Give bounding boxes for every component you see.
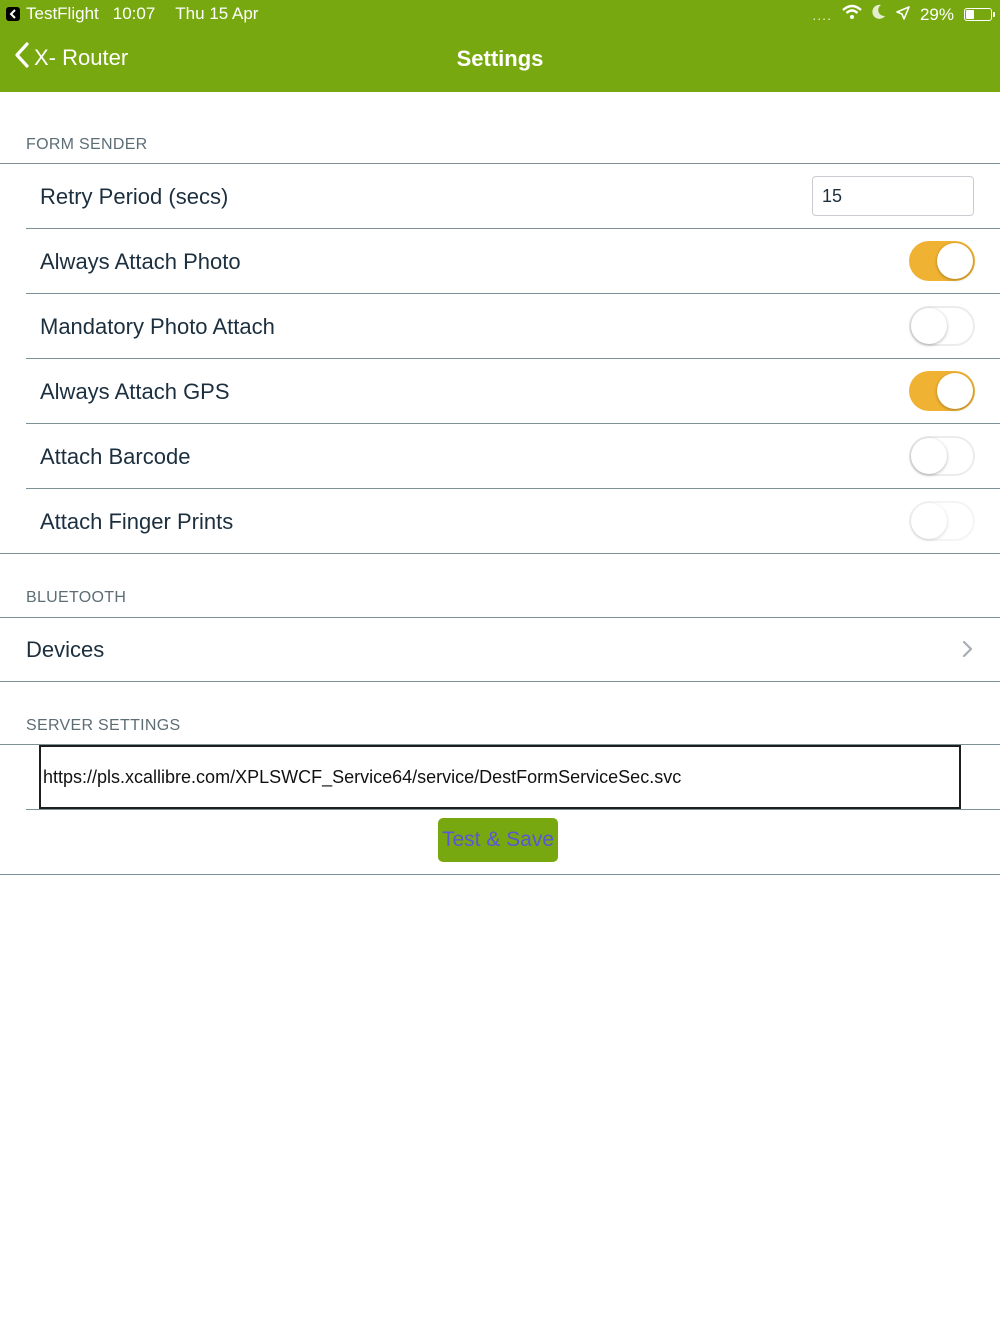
toggle-row-mandatory-photo-attach: Mandatory Photo Attach [0, 294, 1000, 358]
status-time: 10:07 [112, 4, 156, 23]
battery-icon [964, 8, 995, 21]
server-url-input[interactable]: https://pls.xcallibre.com/XPLSWCF_Servic… [39, 745, 961, 809]
divider [0, 553, 1000, 554]
section-header-server-settings: SERVER SETTINGS [26, 717, 181, 734]
toggle-label: Always Attach Photo [40, 249, 241, 274]
section-header-bluetooth: BLUETOOTH [26, 589, 127, 606]
retry-period-input[interactable]: 15 [812, 176, 974, 216]
devices-label: Devices [26, 637, 105, 662]
toggle-knob [937, 243, 973, 279]
toggle-label: Attach Finger Prints [40, 509, 234, 534]
attach-finger-prints-toggle[interactable] [909, 501, 975, 541]
section-header-form-sender: FORM SENDER [26, 136, 148, 153]
cellular-signal-icon: .... [812, 6, 832, 23]
always-attach-gps-toggle[interactable] [909, 371, 975, 411]
page-title: Settings [456, 46, 544, 71]
toggle-row-always-attach-photo: Always Attach Photo [0, 229, 1000, 293]
navigation-bar: X- Router Settings [0, 28, 1000, 92]
wifi-icon [842, 4, 862, 25]
divider [0, 681, 1000, 682]
toggle-knob [911, 438, 947, 474]
back-to-app-icon[interactable] [6, 7, 20, 21]
status-date: Thu 15 Apr [175, 4, 259, 23]
toggle-knob [937, 373, 973, 409]
toggle-label: Attach Barcode [40, 444, 191, 469]
top-bar: TestFlight 10:07 Thu 15 Apr .... 29% X- … [0, 0, 1000, 92]
status-bar: TestFlight 10:07 Thu 15 Apr .... 29% [0, 0, 1000, 28]
divider [0, 874, 1000, 875]
battery-percent: 29% [919, 4, 954, 24]
toggle-label: Always Attach GPS [40, 379, 230, 404]
toggle-row-attach-finger-prints: Attach Finger Prints [0, 489, 1000, 553]
retry-period-label: Retry Period (secs) [40, 184, 229, 209]
status-app-name[interactable]: TestFlight [26, 4, 99, 24]
divider [26, 809, 1000, 810]
location-arrow-icon [896, 5, 910, 25]
mandatory-photo-attach-toggle[interactable] [909, 306, 975, 346]
toggle-row-always-attach-gps: Always Attach GPS [0, 359, 1000, 423]
toggle-row-attach-barcode: Attach Barcode [0, 424, 1000, 488]
toggle-knob [911, 308, 947, 344]
test-and-save-button[interactable]: Test & Save [438, 818, 558, 862]
toggle-knob [911, 503, 947, 539]
chevron-right-icon [962, 640, 974, 658]
devices-row[interactable]: Devices [0, 618, 1000, 681]
attach-barcode-toggle[interactable] [909, 436, 975, 476]
always-attach-photo-toggle[interactable] [909, 241, 975, 281]
do-not-disturb-moon-icon [872, 4, 886, 25]
toggle-label: Mandatory Photo Attach [40, 314, 275, 339]
